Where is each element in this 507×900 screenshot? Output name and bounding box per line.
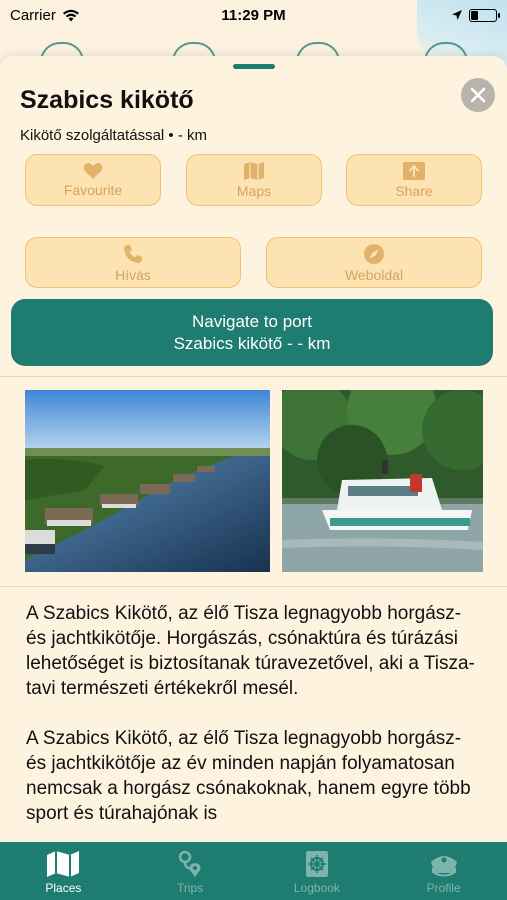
- call-label: Hívás: [115, 266, 151, 283]
- heart-icon: [83, 163, 103, 179]
- call-button[interactable]: Hívás: [25, 237, 241, 288]
- share-icon: [403, 162, 425, 180]
- navigate-to-port-button[interactable]: Navigate to port Szabics kikötő - - km: [11, 299, 493, 366]
- photo-houseboat[interactable]: [282, 390, 483, 572]
- place-description: A Szabics Kikötő, az élő Tisza legnagyob…: [26, 601, 486, 842]
- tab-trips[interactable]: Trips: [127, 842, 254, 900]
- compass-icon: [364, 243, 384, 264]
- captain-hat-icon: [430, 856, 457, 877]
- sheet-grabber[interactable]: [233, 64, 275, 69]
- carrier-label: Carrier: [10, 6, 56, 24]
- divider: [0, 376, 507, 377]
- tab-label: Profile: [426, 881, 461, 895]
- maps-label: Maps: [236, 183, 272, 199]
- map-icon: [47, 851, 80, 877]
- website-label: Weboldal: [344, 266, 404, 283]
- tab-places[interactable]: Places: [0, 842, 127, 900]
- tab-bar: Places Trips Logbook Profile: [0, 842, 507, 900]
- favourite-label: Favourite: [63, 182, 123, 198]
- description-paragraph: A Szabics Kikötő, az élő Tisza legnagyob…: [26, 728, 471, 824]
- navigate-destination: Szabics kikötő - - km: [173, 333, 331, 353]
- place-detail-sheet: Szabics kikötő Kikötő szolgáltatással • …: [0, 56, 507, 842]
- share-label: Share: [395, 183, 433, 199]
- tab-logbook[interactable]: Logbook: [254, 842, 381, 900]
- close-icon: [470, 87, 486, 103]
- close-button[interactable]: [461, 78, 495, 112]
- status-bar: Carrier 11:29 PM: [0, 0, 507, 30]
- status-time: 11:29 PM: [221, 6, 286, 24]
- tab-label: Places: [45, 881, 82, 895]
- phone-icon: [124, 244, 142, 263]
- share-button[interactable]: Share: [346, 154, 482, 206]
- favourite-button[interactable]: Favourite: [25, 154, 161, 206]
- tab-label: Logbook: [293, 881, 340, 895]
- description-paragraph: A Szabics Kikötő, az élő Tisza legnagyob…: [26, 603, 475, 699]
- navigate-label: Navigate to port: [191, 311, 312, 331]
- place-subtitle: Kikötő szolgáltatással • - km: [20, 127, 207, 144]
- ship-wheel-book-icon: [305, 851, 328, 877]
- divider: [0, 586, 507, 587]
- website-button[interactable]: Weboldal: [266, 237, 482, 288]
- maps-button[interactable]: Maps: [186, 154, 322, 206]
- map-fold-icon: [244, 162, 264, 180]
- photo-aerial-marina[interactable]: [25, 390, 270, 572]
- wifi-icon: [62, 9, 79, 21]
- route-pin-icon: [178, 850, 201, 877]
- location-arrow-icon: [452, 10, 462, 20]
- battery-icon: [469, 8, 500, 22]
- tab-label: Trips: [177, 881, 204, 895]
- tab-profile[interactable]: Profile: [380, 842, 507, 900]
- place-title: Szabics kikötő: [20, 86, 194, 114]
